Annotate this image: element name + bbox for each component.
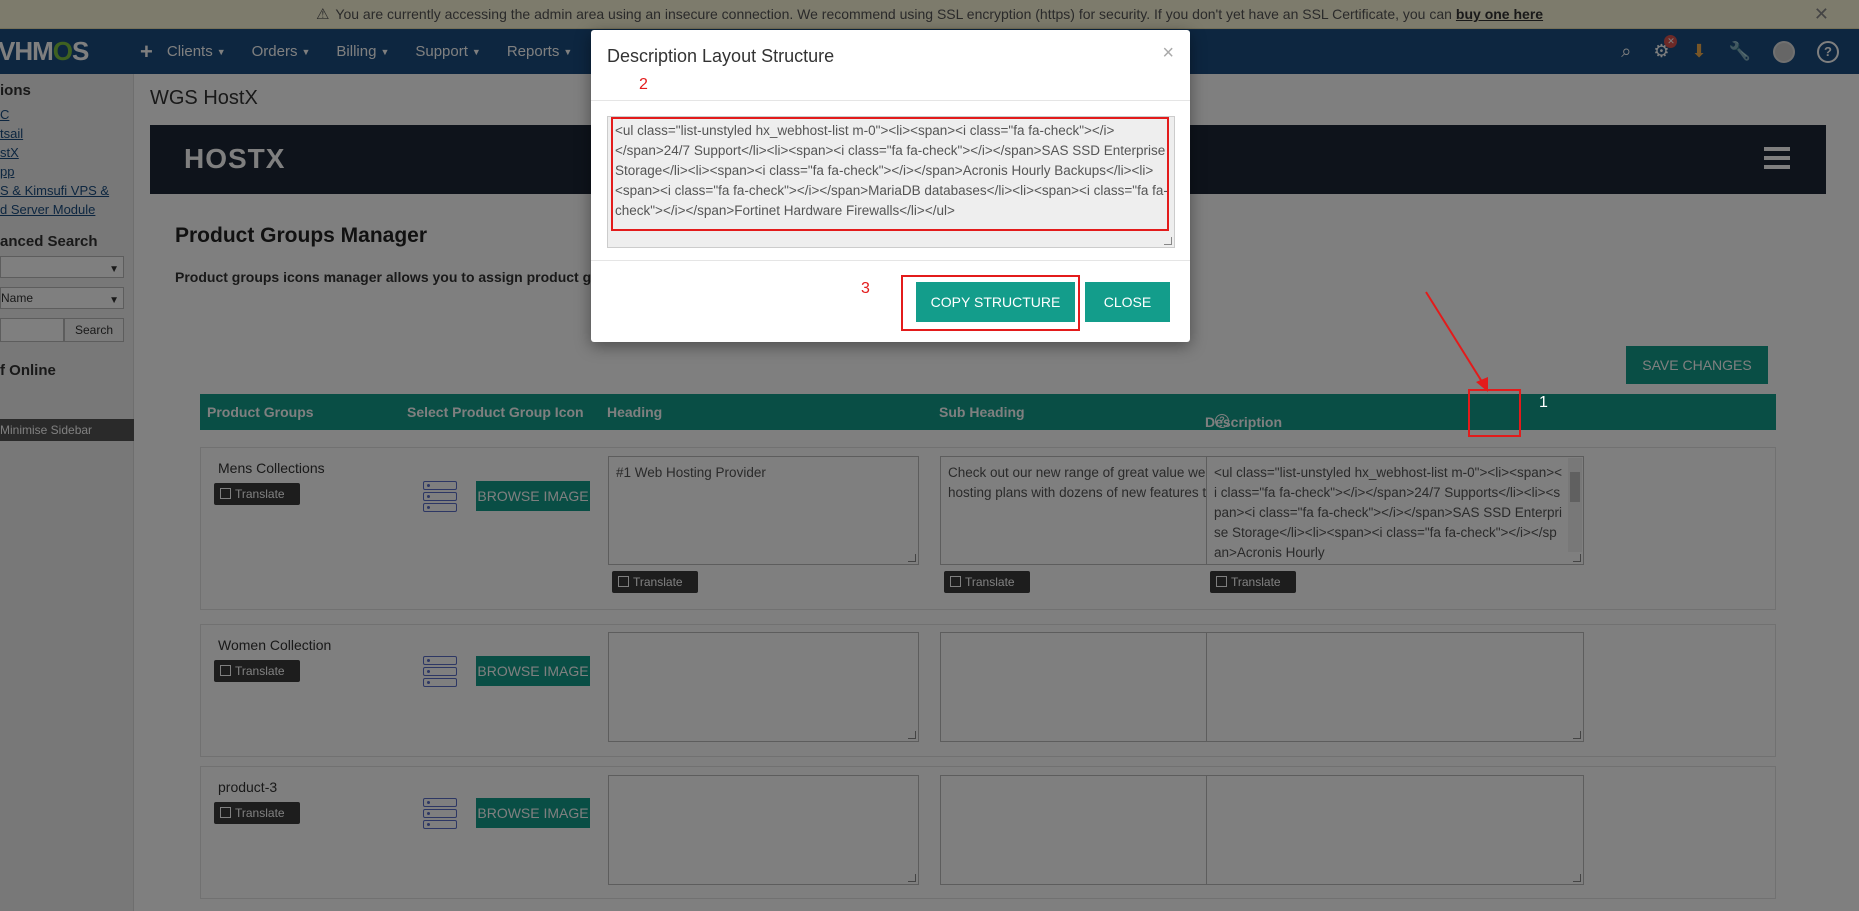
description-layout-modal: Description Layout Structure × 2 <ul cla…: [591, 30, 1190, 342]
annotation-number: 1: [1539, 394, 1548, 411]
close-button[interactable]: CLOSE: [1085, 282, 1170, 322]
modal-title: Description Layout Structure: [607, 46, 835, 66]
copy-structure-button[interactable]: COPY STRUCTURE: [916, 282, 1075, 322]
annotation-number: 2: [639, 76, 648, 93]
annotation-number: 3: [861, 280, 870, 297]
close-icon[interactable]: ×: [1162, 42, 1174, 65]
annotation-box-help-icon: [1468, 389, 1521, 437]
annotation-box-structure: [611, 117, 1169, 231]
